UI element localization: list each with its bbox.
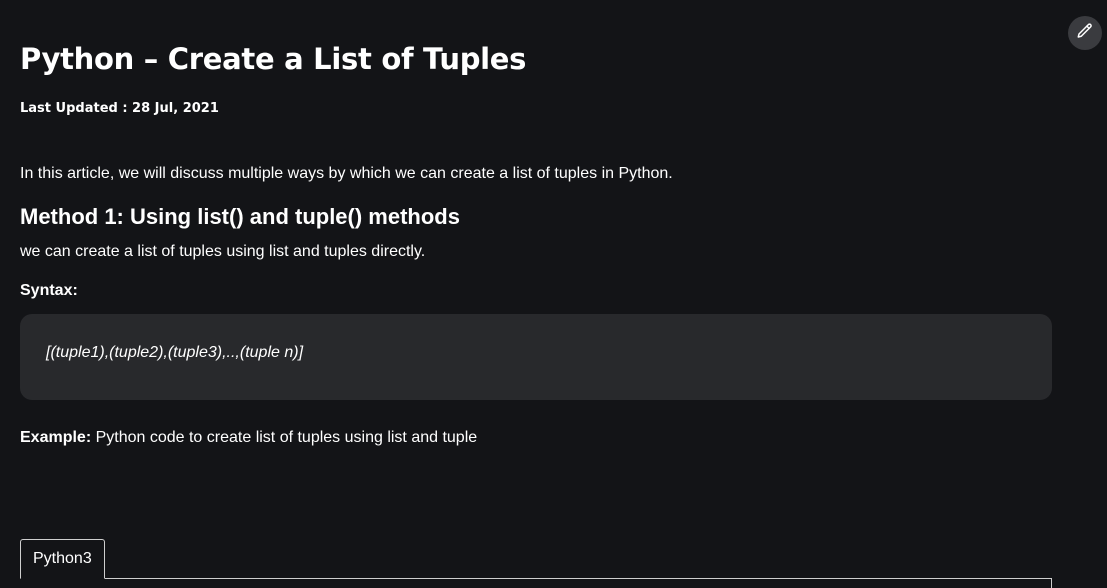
code-panel-edge bbox=[1051, 578, 1052, 588]
syntax-label: Syntax: bbox=[20, 282, 78, 299]
tab-python3[interactable]: Python3 bbox=[20, 539, 105, 579]
example-text: Python code to create list of tuples usi… bbox=[91, 429, 478, 446]
syntax-code: [(tuple1),(tuple2),(tuple3),..,(tuple n)… bbox=[46, 344, 304, 361]
example-label: Example: bbox=[20, 429, 92, 446]
syntax-block: [(tuple1),(tuple2),(tuple3),..,(tuple n)… bbox=[20, 314, 1052, 400]
tab-label: Python3 bbox=[33, 550, 92, 567]
code-panel-border bbox=[20, 578, 1052, 579]
method-heading: Method 1: Using list() and tuple() metho… bbox=[20, 204, 460, 229]
edit-button[interactable] bbox=[1068, 16, 1102, 50]
page-title: Python – Create a List of Tuples bbox=[20, 42, 527, 76]
intro-paragraph: In this article, we will discuss multipl… bbox=[20, 165, 673, 182]
last-updated: Last Updated : 28 Jul, 2021 bbox=[20, 101, 219, 116]
method-description: we can create a list of tuples using lis… bbox=[20, 243, 426, 260]
pencil-icon bbox=[1076, 22, 1094, 45]
article-page: Python – Create a List of Tuples Last Up… bbox=[0, 0, 1107, 588]
example-paragraph: Example: Python code to create list of t… bbox=[20, 429, 477, 447]
